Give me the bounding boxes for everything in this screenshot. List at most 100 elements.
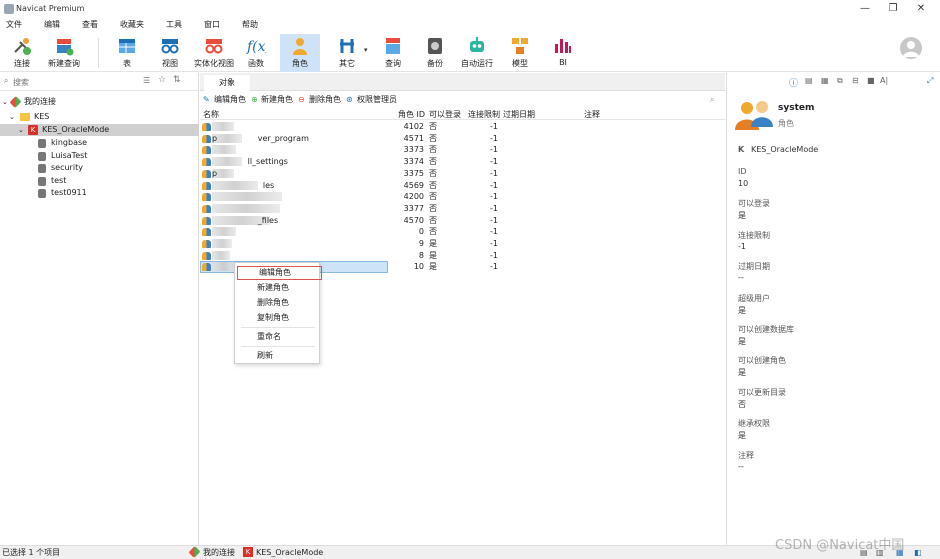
filter-icon[interactable]: ☰ <box>143 76 150 85</box>
ddl-icon[interactable]: ▤ <box>805 76 813 85</box>
edit-role-button[interactable]: 编辑角色 <box>214 94 246 106</box>
role-icon <box>202 228 211 237</box>
expand-icon[interactable]: ⤢ <box>927 76 933 86</box>
context-delete-role[interactable]: 删除角色 <box>235 296 319 310</box>
ai-icon[interactable]: A| <box>880 76 888 85</box>
search-input[interactable] <box>13 76 133 88</box>
detail-field-value: 否 <box>738 399 746 409</box>
detail-schema: KES_OracleMode <box>751 145 819 154</box>
info-icon[interactable]: ⓘ <box>789 76 798 89</box>
preview-icon[interactable]: ▦ <box>821 76 829 85</box>
table-row[interactable]: 0 否 -1 <box>200 226 725 238</box>
context-copy-role[interactable]: 复制角色 <box>235 311 319 325</box>
toolbar-query-button[interactable]: 查询 <box>378 34 408 72</box>
tab-objects[interactable]: 对象 <box>204 75 250 91</box>
delete-role-button[interactable]: 删除角色 <box>309 94 341 106</box>
redacted-name <box>212 262 236 272</box>
lock-icon[interactable]: ■ <box>867 76 875 85</box>
role-can-login: 否 <box>429 168 437 178</box>
detail-field-label: 可以更新目录 <box>738 387 786 397</box>
column-can-login[interactable]: 可以登录 <box>429 109 461 120</box>
role-id: 9 <box>418 239 424 248</box>
pin-icon[interactable]: ⊟ <box>852 76 859 85</box>
toolbar-new-query-button[interactable]: 新建查询 <box>44 34 84 72</box>
toolbar-role-button[interactable]: 角色 <box>280 34 320 72</box>
delete-icon: ⊖ <box>298 95 305 104</box>
tree-item-database[interactable]: test0911 <box>0 187 199 199</box>
close-button[interactable]: ✕ <box>908 2 934 16</box>
toolbar-connection-button[interactable]: 连接 <box>6 34 38 72</box>
function-icon: f(x) <box>246 39 266 55</box>
role-id: 8 <box>418 250 424 260</box>
detail-fields: ID 10 可以登录是连接限制 -1 过期日期 -- 超级用户是可以创建数据库是可以创建角色… <box>727 167 940 487</box>
toolbar-table-button[interactable]: 表 <box>112 34 142 72</box>
table-row[interactable]: 9 是 -1 <box>200 238 725 250</box>
toolbar-model-button[interactable]: 模型 <box>504 34 536 72</box>
chevron-down-icon[interactable]: ▾ <box>364 46 368 54</box>
diagram-icon[interactable]: ⧉ <box>837 76 843 86</box>
menu-window[interactable]: 窗口 <box>192 18 230 32</box>
table-row[interactable]: ll_settings 3374 否 -1 <box>200 156 725 168</box>
toolbar-materialized-view-button[interactable]: 实体化视图 <box>193 34 235 72</box>
menu-help[interactable]: 帮助 <box>230 18 268 32</box>
toolbar-backup-button[interactable]: 备份 <box>420 34 450 72</box>
context-rename[interactable]: 重命名 <box>235 330 319 344</box>
chevron-down-icon[interactable]: ⌄ <box>18 124 24 136</box>
column-connection-limit[interactable]: 连接限制 <box>468 109 500 120</box>
context-refresh[interactable]: 刷新 <box>235 349 319 363</box>
table-row[interactable]: 4200 否 -1 <box>200 191 725 203</box>
star-icon[interactable]: ☆ <box>158 75 166 85</box>
tree-item-database[interactable]: LuisaTest <box>0 150 199 162</box>
user-avatar[interactable] <box>900 37 922 59</box>
chevron-down-icon[interactable]: ⌄ <box>2 96 8 108</box>
table-row[interactable]: les 4569 否 -1 <box>200 180 725 192</box>
sidebar-toggle-icon[interactable]: ◧ <box>914 546 922 559</box>
menu-edit[interactable]: 编辑 <box>32 18 70 32</box>
kes-logo-icon: K <box>738 145 745 154</box>
menu-view[interactable]: 查看 <box>70 18 108 32</box>
object-toolbar: ✎ 编辑角色 ⊕ 新建角色 ⊖ 删除角色 ⊛ 权限管理员 ⌕ <box>200 92 725 108</box>
role-can-login: 否 <box>429 192 437 202</box>
column-name[interactable]: 名称 <box>203 109 219 120</box>
query-icon <box>386 38 400 54</box>
tree-item-database[interactable]: security <box>0 162 199 174</box>
menu-file[interactable]: 文件 <box>0 18 32 32</box>
toolbar-function-button[interactable]: f(x) 函数 <box>242 34 270 72</box>
privilege-manager-button[interactable]: 权限管理员 <box>357 94 397 106</box>
new-role-button[interactable]: 新建角色 <box>261 94 293 106</box>
chevron-down-icon[interactable]: ⌄ <box>9 111 15 123</box>
tree-item-kes[interactable]: ⌄ KES <box>0 111 199 123</box>
table-row[interactable]: p 3375 否 -1 <box>200 168 725 180</box>
tree-item-kes-oraclemode[interactable]: ⌄ K KES_OracleMode <box>0 124 199 136</box>
toolbar-automation-button[interactable]: 自动运行 <box>458 34 496 72</box>
table-row[interactable]: 4102 否 -1 <box>200 121 725 133</box>
column-expire-date[interactable]: 过期日期 <box>503 109 535 120</box>
toolbar-bi-button[interactable]: BI <box>548 34 578 72</box>
minimize-button[interactable]: — <box>852 2 878 16</box>
tree-item-database[interactable]: kingbase <box>0 137 199 149</box>
maximize-button[interactable]: ❐ <box>880 2 906 16</box>
status-schema: KES_OracleMode <box>256 548 324 557</box>
search-icon[interactable]: ⌕ <box>710 94 714 106</box>
table-row[interactable]: p ver_program 4571 否 -1 <box>200 133 725 145</box>
table-row[interactable]: 3373 否 -1 <box>200 144 725 156</box>
toolbar-other-button[interactable]: 其它 <box>330 34 364 72</box>
folder-icon <box>20 113 30 121</box>
toolbar-view-button[interactable]: 视图 <box>155 34 185 72</box>
grid-header: 名称 角色 ID 可以登录 连接限制 过期日期 注释 <box>200 109 725 120</box>
table-row[interactable]: 8 是 -1 <box>200 250 725 262</box>
materialized-view-icon <box>205 39 223 54</box>
context-new-role[interactable]: 新建角色 <box>235 281 319 295</box>
role-icon <box>202 146 211 155</box>
tree-item-database[interactable]: test <box>0 175 199 187</box>
role-id: 3374 <box>403 157 424 167</box>
menu-favorites[interactable]: 收藏夹 <box>108 18 154 32</box>
tree-item-my-connections[interactable]: ⌄ 我的连接 <box>0 95 199 109</box>
table-row[interactable]: 3377 否 -1 <box>200 203 725 215</box>
menu-tools[interactable]: 工具 <box>154 18 192 32</box>
column-comment[interactable]: 注释 <box>584 109 600 120</box>
column-role-id[interactable]: 角色 ID <box>398 109 425 120</box>
table-row[interactable]: _files 4570 否 -1 <box>200 215 725 227</box>
sort-icon[interactable]: ⇅ <box>173 75 181 85</box>
context-edit-role[interactable]: 编辑角色 <box>237 266 322 280</box>
